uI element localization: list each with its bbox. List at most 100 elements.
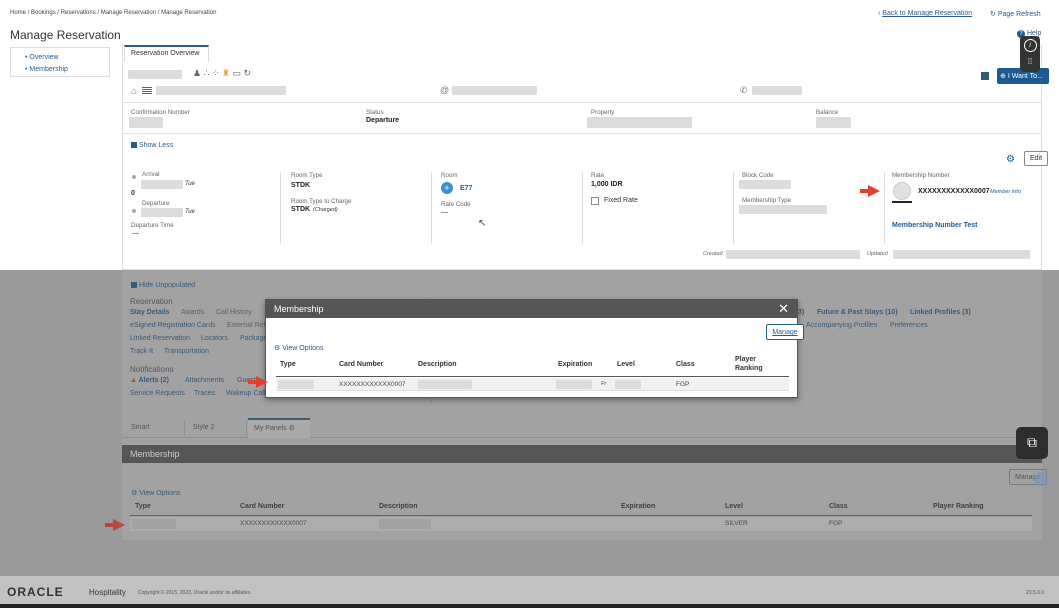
side-nav-overview-label[interactable]: Overview [29,54,58,61]
track-it-link[interactable]: Track It [130,348,153,355]
edit-label[interactable]: Edit [1030,155,1042,162]
preferences-link[interactable]: Preferences [890,322,928,329]
modal-title: Membership [274,304,324,314]
block-code-label: Block Code [742,172,774,179]
page-refresh-link[interactable]: ↻ Page Refresh [990,10,1041,18]
modal-col-description: Description [418,361,457,368]
awards-link[interactable]: Awards [181,309,204,316]
balance-redacted [816,117,851,128]
view-options-label[interactable]: View Options [139,490,180,497]
info-icon[interactable]: i [1023,39,1037,52]
modal-col-level: Level [617,361,635,368]
oracle-logo: ORACLE [7,585,64,599]
room-type-charge-value: STDK [291,206,311,213]
divider [280,172,281,244]
traces-link[interactable]: Traces [194,390,215,397]
service-requests-link[interactable]: Service Requests [130,390,185,397]
back-link-label[interactable]: Back to Manage Reservation [882,10,972,17]
notifications-heading: Notifications [130,365,174,374]
timeline-dot [132,209,136,213]
flag-icon [142,87,152,94]
status-icons: ♟ ∴ ⁘ ♜ ▭ ↻ [193,68,251,79]
phone-redacted [752,86,802,95]
accompanying-profiles-link[interactable]: Accompanying Profiles [806,322,877,329]
collapse-icon[interactable] [981,72,989,80]
room-value[interactable]: E77 [460,185,472,192]
esigned-link[interactable]: eSigned Registration Cards [130,322,216,329]
scroll-handle[interactable] [1034,472,1048,486]
membership-modal: Membership ✕ Manage ⚙ View Options Type … [265,299,804,398]
modal-view-options-label[interactable]: View Options [282,345,323,352]
count-fragment: 3) [798,309,805,316]
attachments-link[interactable]: Attachments [185,377,224,384]
departure-time-label: Departure Time [131,222,174,229]
close-icon[interactable]: ✕ [778,301,789,317]
alerts-link[interactable]: ▲ Alerts (2) [130,377,169,384]
hide-unpopulated-toggle[interactable]: Hide Unpopulated [131,282,195,289]
rate-label: Rate [591,172,605,179]
show-less-label[interactable]: Show Less [139,142,173,149]
linked-profiles-link[interactable]: Linked Profiles (3) [910,309,971,316]
member-info-link[interactable]: Member Info [990,189,1021,195]
room-type-value: STDK [291,182,311,189]
tab-my-panels[interactable]: My Panels ⚙ [248,418,310,438]
nights-count: 0 [131,190,135,197]
reservation-heading: Reservation [130,297,173,306]
grid-icon[interactable]: ⁞⁞ [1020,57,1040,66]
departure-label: Departure [142,200,170,207]
page-refresh-label[interactable]: Page Refresh [998,11,1041,18]
departure-day: Tue [185,209,195,215]
side-nav-membership-label[interactable]: Membership [29,66,68,73]
settings-gear-icon[interactable]: ⚙ [1006,154,1015,165]
modal-view-options[interactable]: ⚙ View Options [274,344,323,352]
add-room-icon[interactable]: + [441,182,453,194]
side-nav-overview[interactable]: • Overview [25,52,109,64]
updated-redacted [893,250,1030,259]
locators-link[interactable]: Locators [201,335,228,342]
back-link[interactable]: ‹ Back to Manage Reservation [878,10,972,17]
side-nav-membership[interactable]: • Membership [25,64,109,76]
tab-reservation-overview[interactable]: Reservation Overview [124,45,209,62]
tab-smart[interactable]: Smart [131,424,150,431]
created-label: Created [703,251,723,257]
wakeup-call-link[interactable]: Wakeup Call [226,390,265,397]
screen-capture-icon[interactable]: ⧉ [1016,427,1048,459]
hospitality-label: Hospitality [89,588,126,597]
edit-button[interactable]: Edit [1024,151,1048,166]
rate-code-label: Rate Code [441,201,471,208]
red-arrow-annotation [256,376,268,388]
underline [892,201,912,203]
side-nav: • Overview • Membership [10,47,110,77]
col-expiration: Expiration [621,503,656,510]
property-label: Property [591,109,615,116]
minus-box-icon [131,282,137,289]
i-want-to-label[interactable]: I Want To... [1008,73,1043,80]
future-past-stays-link[interactable]: Future & Past Stays (10) [817,309,898,316]
membership-number-value: XXXXXXXXXXXX0007 [918,188,990,195]
gear-icon: ⚙ [274,345,281,352]
fixed-rate-checkbox[interactable] [591,197,599,205]
modal-manage-button[interactable]: Manage [766,324,804,340]
show-less-toggle[interactable]: Show Less [131,142,173,149]
modal-manage-label[interactable]: Manage [772,329,797,336]
tab-style-2[interactable]: Style 2 [193,424,214,431]
phone-icon: ✆ [740,85,748,95]
breadcrumb[interactable]: Home / Bookings / Reservations / Manage … [10,10,216,16]
hide-unpopulated-label[interactable]: Hide Unpopulated [139,282,195,289]
fixed-rate-label: Fixed Rate [604,197,638,204]
package-link[interactable]: Package [240,335,267,342]
stay-details-link[interactable]: Stay Details [130,309,170,316]
divider [582,172,583,244]
modal-col-class: Class [676,361,695,368]
alerts-label[interactable]: Alerts (2) [139,377,169,384]
tab-reservation-overview-label[interactable]: Reservation Overview [131,50,199,57]
linked-reservation-link[interactable]: Linked Reservation [130,335,190,342]
tab-my-panels-label[interactable]: My Panels [254,425,287,432]
transportation-link[interactable]: Transportation [164,348,209,355]
view-options-link[interactable]: ⚙ View Options [131,489,180,497]
call-history-link[interactable]: Call History [216,309,252,316]
side-tool-dock: i ⁞⁞ [1020,36,1040,72]
divider [276,376,789,377]
col-description: Description [379,503,418,510]
external-ref-link[interactable]: External Ref [227,322,266,329]
